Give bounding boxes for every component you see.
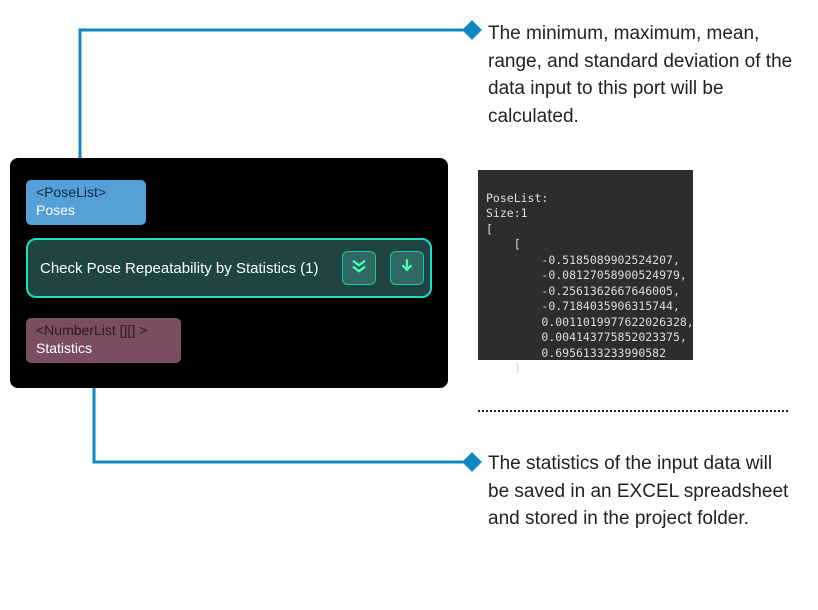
run-step-button[interactable] (390, 251, 424, 285)
dump-value: -0.2561362667646005 (541, 284, 673, 298)
dump-heading: PoseList: (486, 191, 548, 205)
dump-value: 0.0011019977622026328 (541, 315, 686, 329)
output-port-statistics[interactable]: <NumberList [][] > Statistics (26, 318, 181, 363)
port-name-label: Poses (36, 202, 136, 220)
annotation-input-port: The minimum, maximum, mean, range, and s… (488, 20, 798, 130)
dump-size: Size:1 (486, 206, 528, 220)
expand-all-button[interactable] (342, 251, 376, 285)
dump-value: -0.7184035906315744 (541, 299, 673, 313)
input-port-poses[interactable]: <PoseList> Poses (26, 180, 146, 225)
divider (478, 410, 788, 412)
run-icon (398, 257, 416, 279)
callout-bullet (462, 20, 482, 40)
port-type-label: <NumberList [][] > (36, 322, 171, 340)
dump-value: -0.5185089902524207 (541, 253, 673, 267)
dump-value: 0.004143775852023375 (541, 330, 679, 344)
poselist-dump: PoseList: Size:1 [ [ -0.5185089902524207… (478, 170, 693, 360)
port-type-label: <PoseList> (36, 184, 136, 202)
dump-value: 0.6956133233990582 (541, 346, 666, 360)
step-check-pose-repeatability[interactable]: Check Pose Repeatability by Statistics (… (26, 238, 432, 298)
step-title: Check Pose Repeatability by Statistics (… (40, 260, 334, 277)
port-name-label: Statistics (36, 340, 171, 358)
node-editor-panel: <PoseList> Poses Check Pose Repeatabilit… (10, 158, 448, 388)
expand-all-icon (350, 257, 368, 279)
dump-value: -0.08127058900524979 (541, 268, 679, 282)
annotation-output-port: The statistics of the input data will be… (488, 450, 798, 533)
callout-bullet (462, 452, 482, 472)
